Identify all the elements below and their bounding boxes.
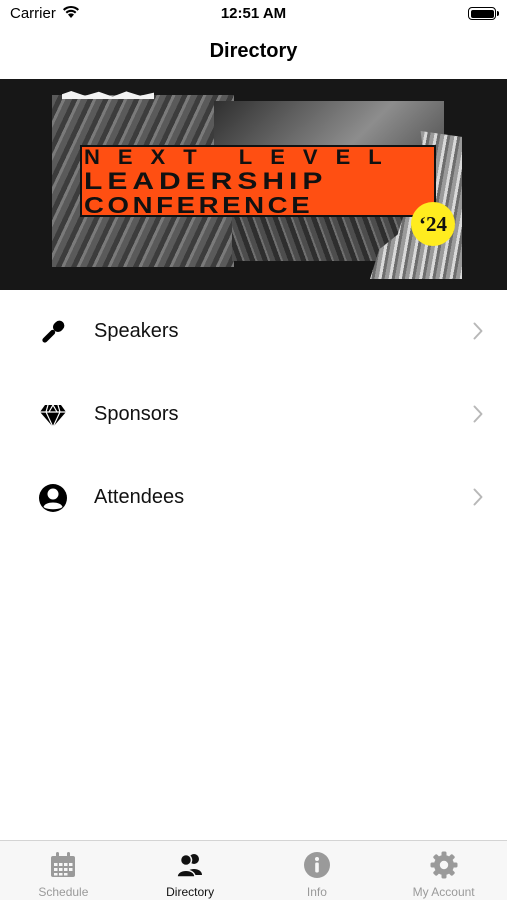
banner-line-3: CONFERENCE [84, 192, 314, 218]
people-icon [176, 853, 203, 878]
calendar-icon [51, 852, 76, 877]
clock: 12:51 AM [220, 5, 287, 22]
tab-label: Schedule [38, 885, 89, 899]
tab-label: Directory [166, 885, 215, 899]
status-bar: Carrier 12:51 AM [0, 0, 507, 28]
person-circle-icon [39, 484, 67, 512]
list-item-speakers[interactable]: Speakers [0, 290, 507, 373]
tab-schedule[interactable]: Schedule [0, 841, 127, 900]
banner-line-1: NEXT LEVEL [84, 145, 400, 169]
tab-my-account[interactable]: My Account [380, 841, 507, 900]
list-item-sponsors[interactable]: Sponsors [0, 373, 507, 456]
list-item-label: Attendees [94, 486, 185, 508]
navigation-bar: Directory [0, 28, 507, 78]
chevron-right-icon [473, 322, 483, 340]
chevron-right-icon [473, 405, 483, 423]
conference-banner: NEXT LEVEL LEADERSHIP CONFERENCE ‘24 [0, 79, 507, 290]
info-icon [303, 852, 330, 878]
chevron-right-icon [473, 488, 483, 506]
gear-icon [430, 851, 458, 879]
tab-label: Info [306, 885, 327, 899]
list-item-label: Speakers [94, 320, 179, 342]
year-badge: ‘24 [411, 202, 455, 246]
microphone-icon [42, 320, 65, 343]
tab-directory[interactable]: Directory [127, 841, 254, 900]
battery-icon [468, 7, 499, 20]
list-item-label: Sponsors [94, 403, 179, 425]
diamond-icon [40, 404, 66, 429]
tab-info[interactable]: Info [254, 841, 381, 900]
page-title: Directory [209, 40, 298, 62]
list-item-attendees[interactable]: Attendees [0, 456, 507, 539]
tab-label: My Account [412, 885, 475, 899]
tab-bar: Schedule Directory Info My Account [0, 840, 507, 900]
directory-list: Speakers Sponsors Attendees [0, 290, 507, 539]
